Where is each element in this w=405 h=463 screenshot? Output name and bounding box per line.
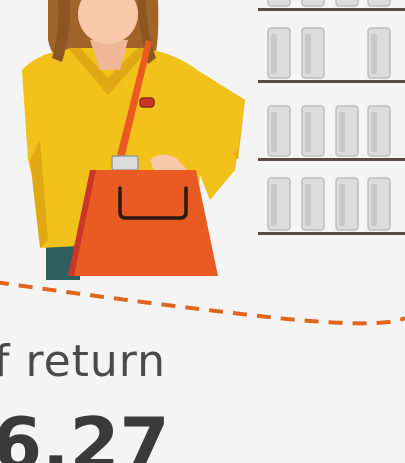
return-value: 6.27: [0, 402, 170, 463]
dashed-path: [0, 280, 405, 326]
return-label: f return: [0, 336, 167, 387]
infographic-canvas: f return 6.27: [0, 0, 405, 463]
shelf-board: [258, 80, 405, 83]
shelf-board: [258, 8, 405, 11]
shelf-board: [258, 232, 405, 235]
store-shelf-icon: [258, 0, 405, 235]
shelf-row-top: [267, 0, 391, 7]
shopping-bag-icon: [68, 170, 218, 276]
shopper-scene: [0, 0, 405, 326]
bag-front: [74, 170, 218, 276]
shelf-board: [258, 158, 405, 161]
